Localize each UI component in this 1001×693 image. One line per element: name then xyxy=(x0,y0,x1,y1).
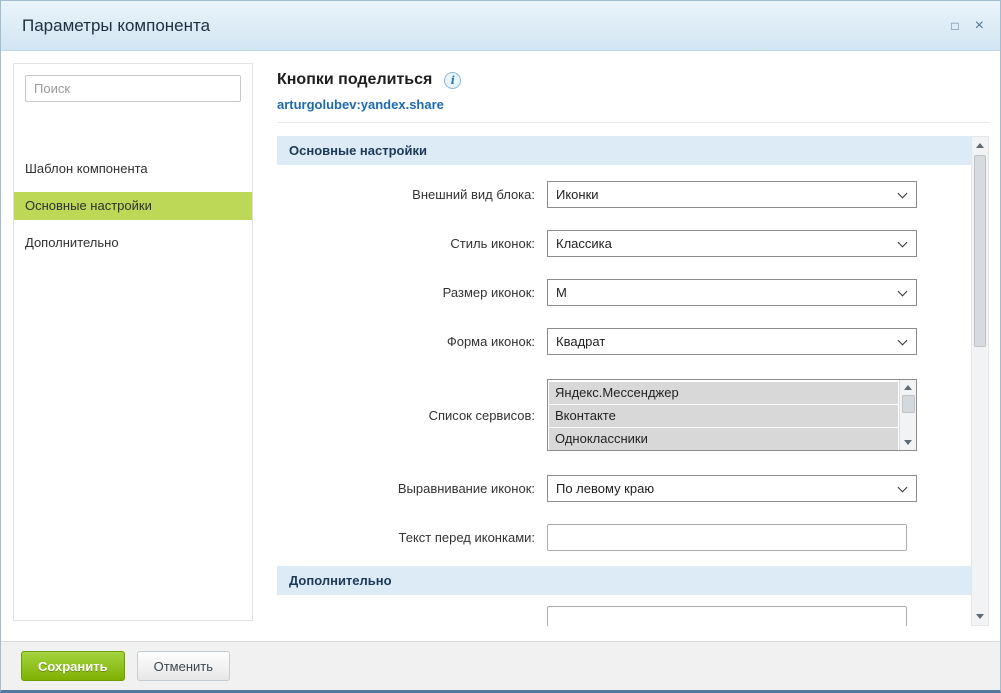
field-label: Форма иконок: xyxy=(277,334,547,349)
field-label: Текст перед иконками: xyxy=(277,530,547,545)
form-row: Список сервисов: Яндекс.Мессенджер Вконт… xyxy=(277,366,971,464)
select-value: Квадрат xyxy=(556,334,605,349)
divider xyxy=(277,122,989,123)
chevron-down-icon xyxy=(898,336,908,346)
save-button[interactable]: Сохранить xyxy=(21,651,125,681)
form-row: Размер иконок: M xyxy=(277,268,971,317)
field-label: Внешний вид блока: xyxy=(277,187,547,202)
field-label: Список сервисов: xyxy=(277,408,547,423)
icon-shape-select[interactable]: Квадрат xyxy=(547,328,917,355)
content-header: Кнопки поделиться i xyxy=(277,71,461,89)
scroll-up-icon[interactable] xyxy=(972,137,988,154)
listbox-option[interactable]: Вконтакте xyxy=(549,405,898,427)
search-input[interactable] xyxy=(25,75,241,102)
listbox-scrollbar[interactable] xyxy=(899,380,916,450)
chevron-down-icon xyxy=(898,238,908,248)
sidebar-item-main-settings[interactable]: Основные настройки xyxy=(14,192,252,220)
window-controls: □ × xyxy=(951,1,984,51)
sidebar: Шаблон компонента Основные настройки Доп… xyxy=(13,63,253,621)
services-listbox[interactable]: Яндекс.Мессенджер Вконтакте Одноклассник… xyxy=(547,379,917,451)
restore-window-icon[interactable]: □ xyxy=(951,20,958,32)
close-icon[interactable]: × xyxy=(975,18,984,34)
dialog-title: Параметры компонента xyxy=(22,16,210,36)
sidebar-item-additional[interactable]: Дополнительно xyxy=(14,229,252,257)
scroll-down-icon[interactable] xyxy=(972,608,988,625)
component-parameters-dialog: Параметры компонента □ × Шаблон компонен… xyxy=(0,0,1001,693)
field-label: Стиль иконок: xyxy=(277,236,547,251)
partial-field-input[interactable] xyxy=(547,606,907,626)
chevron-down-icon xyxy=(898,189,908,199)
form-row-partial xyxy=(277,595,971,626)
section-header-main-settings: Основные настройки xyxy=(277,136,971,165)
chevron-down-icon xyxy=(898,483,908,493)
icon-size-select[interactable]: M xyxy=(547,279,917,306)
select-value: Иконки xyxy=(556,187,599,202)
scrollbar-thumb[interactable] xyxy=(902,395,915,413)
icon-alignment-select[interactable]: По левому краю xyxy=(547,475,917,502)
text-before-icons-input[interactable] xyxy=(547,524,907,551)
form-row: Внешний вид блока: Иконки xyxy=(277,170,971,219)
component-id-link[interactable]: arturgolubev:yandex.share xyxy=(277,97,444,112)
select-value: По левому краю xyxy=(556,481,654,496)
select-value: M xyxy=(556,285,567,300)
content-scrollbar[interactable] xyxy=(971,136,989,626)
listbox-option[interactable]: Яндекс.Мессенджер xyxy=(549,382,898,404)
field-label: Выравнивание иконок: xyxy=(277,481,547,496)
section-header-additional: Дополнительно xyxy=(277,566,971,595)
form-area: Основные настройки Внешний вид блока: Ик… xyxy=(277,136,971,626)
field-label: Размер иконок: xyxy=(277,285,547,300)
component-title: Кнопки поделиться xyxy=(277,71,432,89)
sidebar-menu: Шаблон компонента Основные настройки Доп… xyxy=(14,155,252,257)
form-row: Выравнивание иконок: По левому краю xyxy=(277,464,971,513)
scroll-up-icon[interactable] xyxy=(900,380,916,395)
block-appearance-select[interactable]: Иконки xyxy=(547,181,917,208)
chevron-down-icon xyxy=(898,287,908,297)
select-value: Классика xyxy=(556,236,612,251)
sidebar-item-component-template[interactable]: Шаблон компонента xyxy=(14,155,252,183)
footer: Сохранить Отменить xyxy=(1,641,1000,690)
scroll-down-icon[interactable] xyxy=(900,435,916,450)
form-row: Текст перед иконками: xyxy=(277,513,971,562)
scrollbar-thumb[interactable] xyxy=(974,155,986,347)
info-icon[interactable]: i xyxy=(444,72,461,89)
cancel-button[interactable]: Отменить xyxy=(137,651,230,681)
form-rows: Внешний вид блока: Иконки Стиль иконок: … xyxy=(277,170,971,562)
form-row: Форма иконок: Квадрат xyxy=(277,317,971,366)
titlebar: Параметры компонента □ × xyxy=(1,1,1000,51)
icon-style-select[interactable]: Классика xyxy=(547,230,917,257)
form-row: Стиль иконок: Классика xyxy=(277,219,971,268)
listbox-option[interactable]: Одноклассники xyxy=(549,428,898,450)
